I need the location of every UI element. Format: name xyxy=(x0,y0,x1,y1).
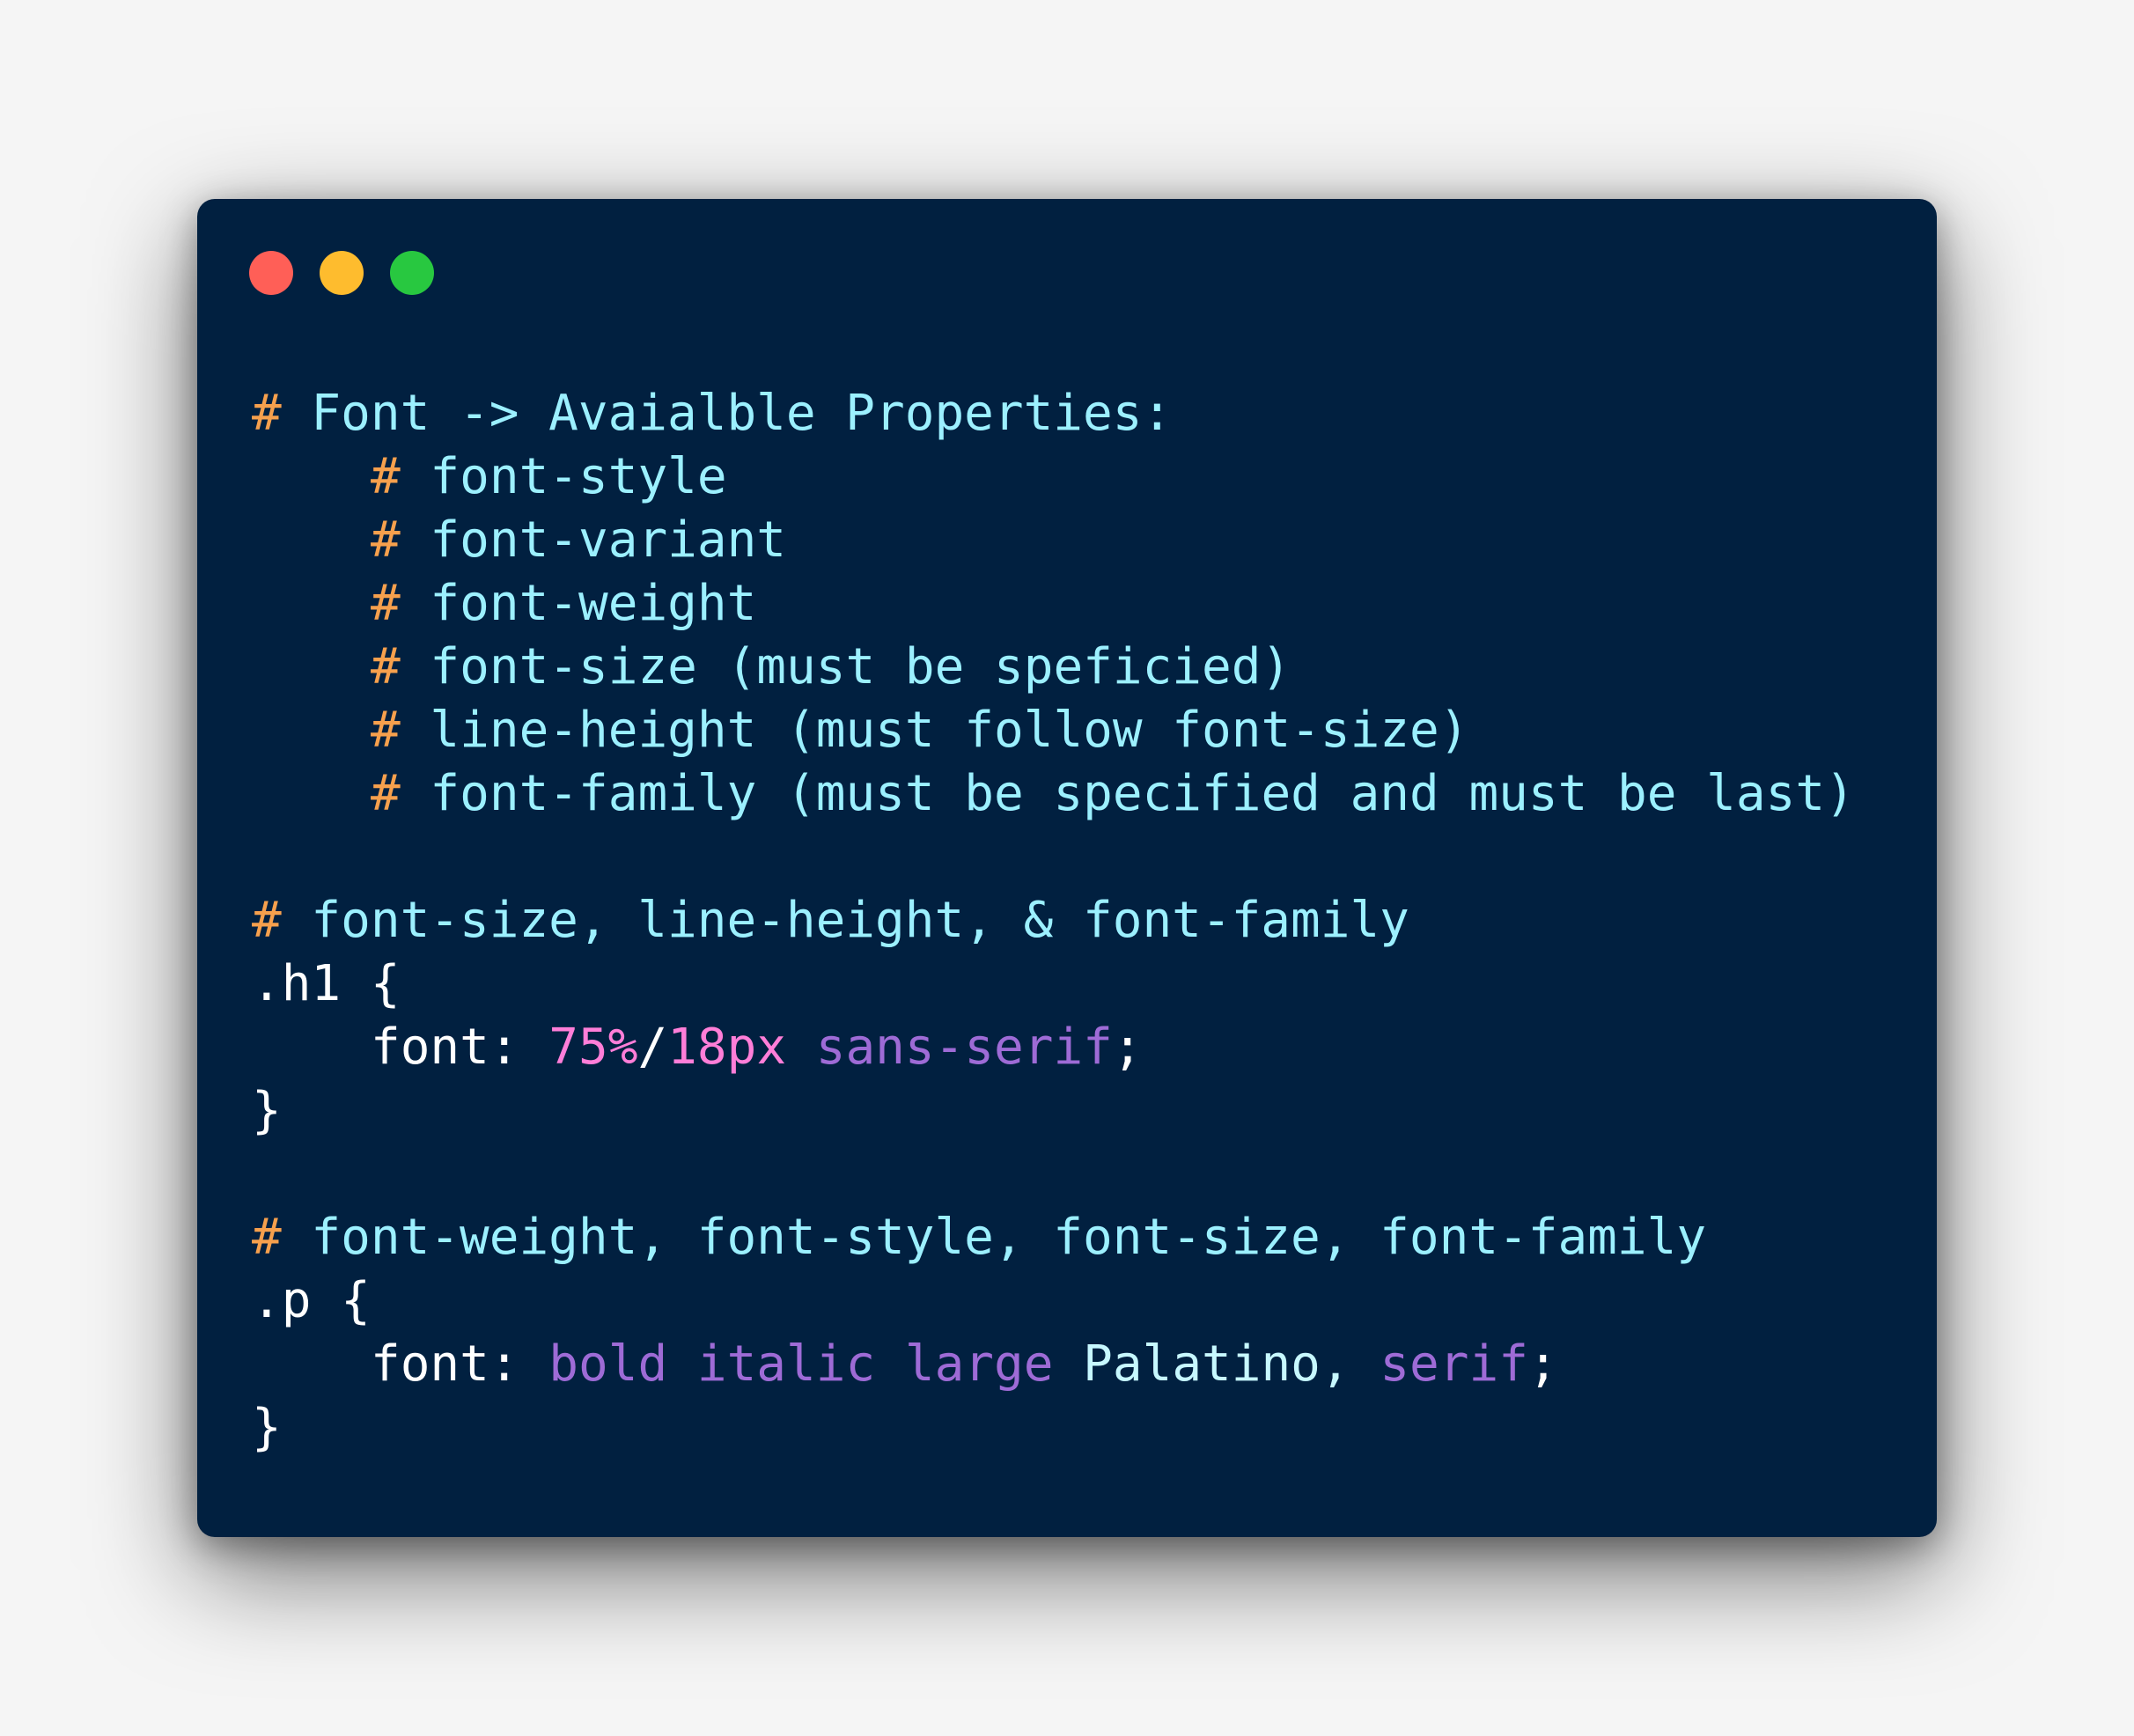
window-controls xyxy=(249,251,434,295)
minimize-button[interactable] xyxy=(320,251,364,295)
code-token-string-font: Palatino, xyxy=(1053,1335,1380,1393)
code-token-comment-hash: # xyxy=(371,638,401,695)
code-token-number: 18px xyxy=(667,1019,787,1076)
code-token-keyword: bold italic large xyxy=(548,1335,1054,1393)
code-token-comment-hash: # xyxy=(252,385,282,442)
code-token-comment-text: font-size, line-height, & font-family xyxy=(281,892,1409,949)
code-line: # font-weight, font-style, font-size, fo… xyxy=(252,1206,1855,1269)
code-line: # font-variant xyxy=(252,509,1855,572)
code-line: # font-weight xyxy=(252,572,1855,636)
code-line: # font-size (must be speficied) xyxy=(252,636,1855,699)
code-line: font: bold italic large Palatino, serif; xyxy=(252,1333,1855,1396)
code-token-comment-hash: # xyxy=(371,511,401,569)
zoom-button[interactable] xyxy=(390,251,434,295)
code-token-keyword: sans-serif xyxy=(815,1019,1113,1076)
code-token-comment-text: font-family (must be specified and must … xyxy=(400,765,1855,822)
code-line: .p { xyxy=(252,1269,1855,1333)
code-token-plain: ; xyxy=(1527,1335,1558,1393)
code-token-plain: font: xyxy=(371,1019,549,1076)
code-token-comment-hash: # xyxy=(252,1209,282,1266)
code-token-comment-hash: # xyxy=(371,575,401,632)
code-token-plain: .h1 { xyxy=(252,955,401,1012)
code-line: } xyxy=(252,1396,1855,1460)
code-token-comment-text: font-weight xyxy=(400,575,757,632)
code-token-comment-hash: # xyxy=(371,702,401,759)
code-token-plain: } xyxy=(252,1399,282,1456)
code-token-comment-text: font-variant xyxy=(400,511,787,569)
code-line: .h1 { xyxy=(252,953,1855,1016)
code-token-plain: ; xyxy=(1112,1019,1143,1076)
code-token-plain: font: xyxy=(371,1335,549,1393)
code-line: # font-family (must be specified and mus… xyxy=(252,762,1855,826)
code-token-comment-hash: # xyxy=(371,448,401,505)
code-window: # Font -> Avaialble Properties: # font-st… xyxy=(197,199,1937,1537)
code-line: # font-size, line-height, & font-family xyxy=(252,889,1855,953)
code-token-comment-text: Font -> Avaialble Properties: xyxy=(281,385,1173,442)
code-token-comment-text: font-style xyxy=(400,448,727,505)
code-token-plain: } xyxy=(252,1082,282,1139)
code-block: # Font -> Avaialble Properties: # font-st… xyxy=(252,382,1855,1460)
code-token-comment-text: line-height (must follow font-size) xyxy=(400,702,1469,759)
code-token-plain: .p { xyxy=(252,1272,371,1329)
code-token-number: 75% xyxy=(548,1019,638,1076)
code-token-comment-hash: # xyxy=(252,892,282,949)
code-token-keyword: serif xyxy=(1380,1335,1528,1393)
code-token-plain: / xyxy=(637,1019,668,1076)
code-token-comment-text: font-size (must be speficied) xyxy=(400,638,1291,695)
code-line: # font-style xyxy=(252,445,1855,509)
code-line: font: 75%/18px sans-serif; xyxy=(252,1016,1855,1079)
code-line: # Font -> Avaialble Properties: xyxy=(252,382,1855,445)
code-line: # line-height (must follow font-size) xyxy=(252,699,1855,762)
code-token-comment-hash: # xyxy=(371,765,401,822)
code-token-comment-text: font-weight, font-style, font-size, font… xyxy=(281,1209,1707,1266)
code-line: } xyxy=(252,1079,1855,1143)
close-button[interactable] xyxy=(249,251,293,295)
